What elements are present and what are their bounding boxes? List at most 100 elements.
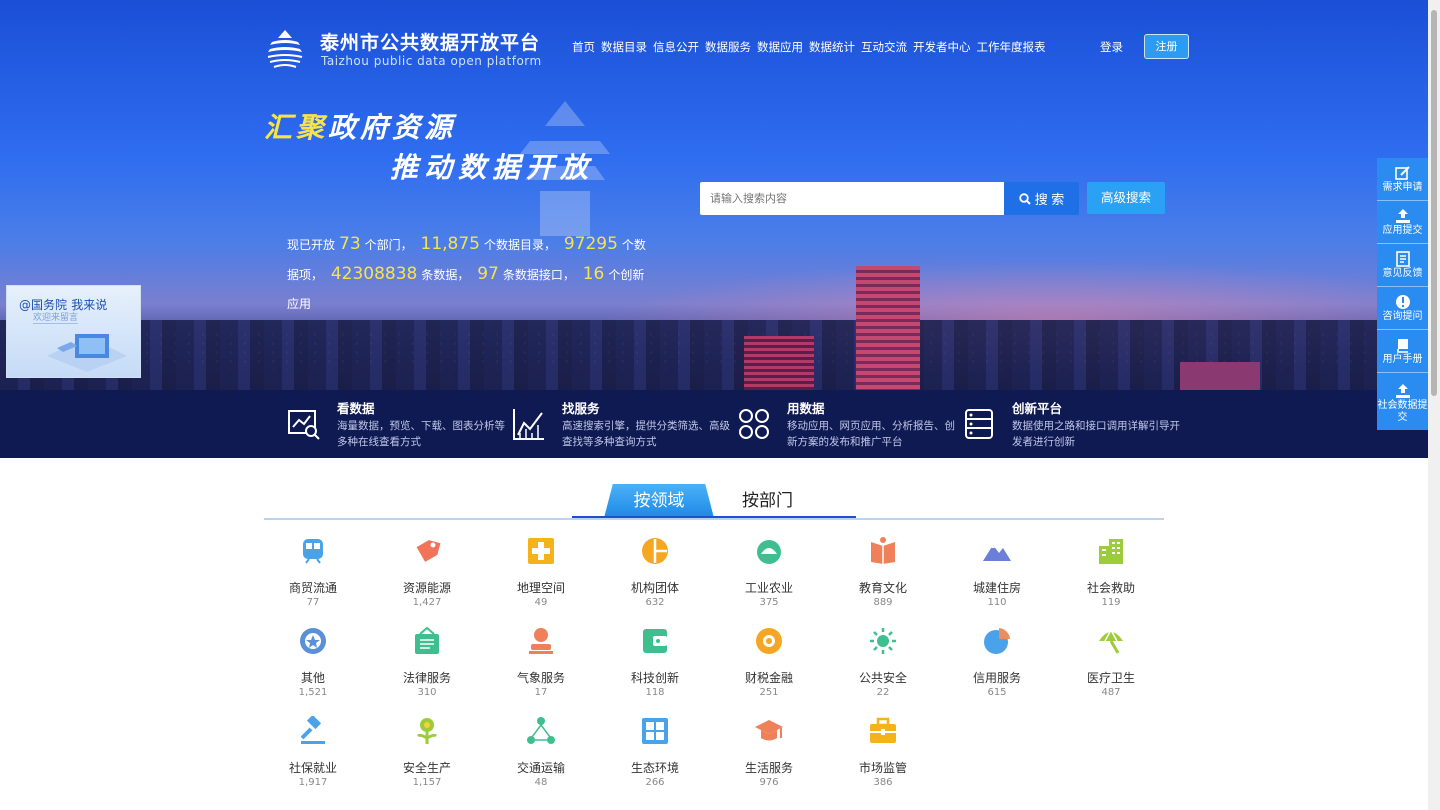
feature-innovation[interactable]: 创新平台 数据使用之路和接口调用详解引导开发者进行创新 xyxy=(962,390,1187,458)
book-icon xyxy=(871,537,895,564)
edit-icon xyxy=(1394,165,1410,180)
category-count: 266 xyxy=(645,777,665,788)
mountain-icon xyxy=(983,545,1011,561)
nav-annual-report[interactable]: 工作年度报表 xyxy=(977,39,1046,55)
side-item-label: 社会数据提交 xyxy=(1377,399,1428,423)
category-item[interactable]: 法律服务 310 xyxy=(370,626,484,706)
category-label: 商贸流通 xyxy=(288,581,337,595)
category-label: 生活服务 xyxy=(744,761,793,775)
category-item[interactable]: 科技创新 118 xyxy=(598,626,712,706)
tab-by-department[interactable]: 按部门 xyxy=(742,484,798,518)
category-item[interactable]: 资源能源 1,427 xyxy=(370,536,484,616)
document-icon xyxy=(1395,250,1410,267)
stats-text: 条数据， xyxy=(421,268,470,282)
category-label: 公共安全 xyxy=(858,671,907,685)
side-item-consult[interactable]: 咨询提问 xyxy=(1377,287,1428,330)
category-item[interactable]: 公共安全 22 xyxy=(826,626,940,706)
feature-use-data[interactable]: 用数据 移动应用、网页应用、分析报告、创新方案的发布和推广平台 xyxy=(737,390,962,458)
site-subtitle: Taizhou public data open platform xyxy=(321,54,542,68)
gov-feedback-card[interactable]: @国务院 我来说 欢迎来留言 xyxy=(6,285,141,378)
category-count: 976 xyxy=(759,777,779,788)
flower-icon xyxy=(416,718,438,744)
category-label: 法律服务 xyxy=(402,671,451,685)
records-count: 42308838 xyxy=(330,264,418,284)
stats-text: 个数据目录， xyxy=(483,238,556,252)
wallet-icon xyxy=(415,626,439,654)
category-item[interactable]: 信用服务 615 xyxy=(940,626,1054,706)
briefcase-icon xyxy=(870,717,896,743)
category-count: 1,427 xyxy=(412,597,442,608)
category-item[interactable]: 机构团体 632 xyxy=(598,536,712,616)
tab-by-domain[interactable]: 按领域 xyxy=(604,484,714,518)
category-count: 49 xyxy=(534,597,548,608)
category-item[interactable]: 社会救助 119 xyxy=(1054,536,1168,616)
category-label: 其他 xyxy=(300,671,325,685)
category-item[interactable]: 生活服务 976 xyxy=(712,716,826,796)
category-label: 城建住房 xyxy=(972,581,1021,595)
side-item-submit-app[interactable]: 应用提交 xyxy=(1377,201,1428,244)
feature-find-service[interactable]: 找服务 高速搜索引擎，提供分类筛选、高级查找等多种查询方式 xyxy=(512,390,737,458)
side-item-manual[interactable]: 用户手册 xyxy=(1377,330,1428,373)
login-link[interactable]: 登录 xyxy=(1100,39,1123,55)
category-item[interactable]: 商贸流通 77 xyxy=(256,536,370,616)
category-label: 教育文化 xyxy=(858,581,907,595)
advanced-search-button[interactable]: 高级搜索 xyxy=(1087,182,1165,214)
nav-interaction[interactable]: 互动交流 xyxy=(861,39,907,55)
nav-info[interactable]: 信息公开 xyxy=(653,39,699,55)
search-input[interactable] xyxy=(700,182,1004,215)
database-icon xyxy=(965,409,993,439)
side-item-request[interactable]: 需求申请 xyxy=(1377,158,1428,201)
feature-desc: 数据使用之路和接口调用详解引导开发者进行创新 xyxy=(1012,420,1180,448)
search-button[interactable]: 搜 索 xyxy=(1004,182,1079,215)
nav-catalog[interactable]: 数据目录 xyxy=(601,39,647,55)
nav-services[interactable]: 数据服务 xyxy=(705,39,751,55)
category-count: 77 xyxy=(306,597,320,608)
tower-building xyxy=(744,336,814,390)
category-label: 机构团体 xyxy=(630,581,679,595)
category-label: 市场监管 xyxy=(858,761,907,775)
category-item[interactable]: 地理空间 49 xyxy=(484,536,598,616)
gavel-icon xyxy=(300,716,325,744)
tab-underline xyxy=(572,516,856,518)
category-item[interactable]: 安全生产 1,157 xyxy=(370,716,484,796)
category-item[interactable]: 医疗卫生 487 xyxy=(1054,626,1168,706)
side-item-label: 意见反馈 xyxy=(1382,267,1423,279)
category-label: 科技创新 xyxy=(630,671,679,685)
nav-stats[interactable]: 数据统计 xyxy=(809,39,855,55)
category-item[interactable]: 其他 1,521 xyxy=(256,626,370,706)
category-count: 119 xyxy=(1101,597,1121,608)
side-item-feedback[interactable]: 意见反馈 xyxy=(1377,244,1428,287)
category-item[interactable]: 社保就业 1,917 xyxy=(256,716,370,796)
category-item[interactable]: 气象服务 17 xyxy=(484,626,598,706)
category-item[interactable]: 交通运输 48 xyxy=(484,716,598,796)
category-label: 资源能源 xyxy=(402,581,451,595)
lifebuoy-icon xyxy=(756,628,782,654)
category-item[interactable]: 教育文化 889 xyxy=(826,536,940,616)
category-count: 118 xyxy=(645,687,665,698)
scrollbar-thumb[interactable] xyxy=(1431,10,1437,396)
category-label: 医疗卫生 xyxy=(1086,671,1135,685)
items-count: 97295 xyxy=(563,234,618,254)
page-scrollbar[interactable] xyxy=(1428,0,1440,810)
main-nav: 首页 数据目录 信息公开 数据服务 数据应用 数据统计 互动交流 开发者中心 工… xyxy=(572,39,1052,55)
feature-desc: 海量数据，预览、下载、图表分析等多种在线查看方式 xyxy=(337,420,505,448)
feature-title: 用数据 xyxy=(787,401,825,416)
category-item[interactable]: 财税金融 251 xyxy=(712,626,826,706)
stats-text: 个部门， xyxy=(364,238,413,252)
category-item[interactable]: 城建住房 110 xyxy=(940,536,1054,616)
category-label: 社保就业 xyxy=(288,761,337,775)
nav-home[interactable]: 首页 xyxy=(572,39,595,55)
register-button[interactable]: 注册 xyxy=(1144,34,1189,59)
apps-count: 16 xyxy=(582,264,605,284)
category-item[interactable]: 生态环境 266 xyxy=(598,716,712,796)
category-count: 632 xyxy=(645,597,665,608)
alert-circle-icon xyxy=(1395,294,1410,309)
feature-title: 创新平台 xyxy=(1012,401,1063,416)
side-item-social-data[interactable]: 社会数据提交 xyxy=(1377,373,1428,429)
feature-desc: 移动应用、网页应用、分析报告、创新方案的发布和推广平台 xyxy=(787,420,955,448)
category-item[interactable]: 工业农业 375 xyxy=(712,536,826,616)
nav-apps[interactable]: 数据应用 xyxy=(757,39,803,55)
nav-developer[interactable]: 开发者中心 xyxy=(913,39,971,55)
category-item[interactable]: 市场监管 386 xyxy=(826,716,940,796)
feature-view-data[interactable]: 看数据 海量数据，预览、下载、图表分析等多种在线查看方式 xyxy=(287,390,512,458)
